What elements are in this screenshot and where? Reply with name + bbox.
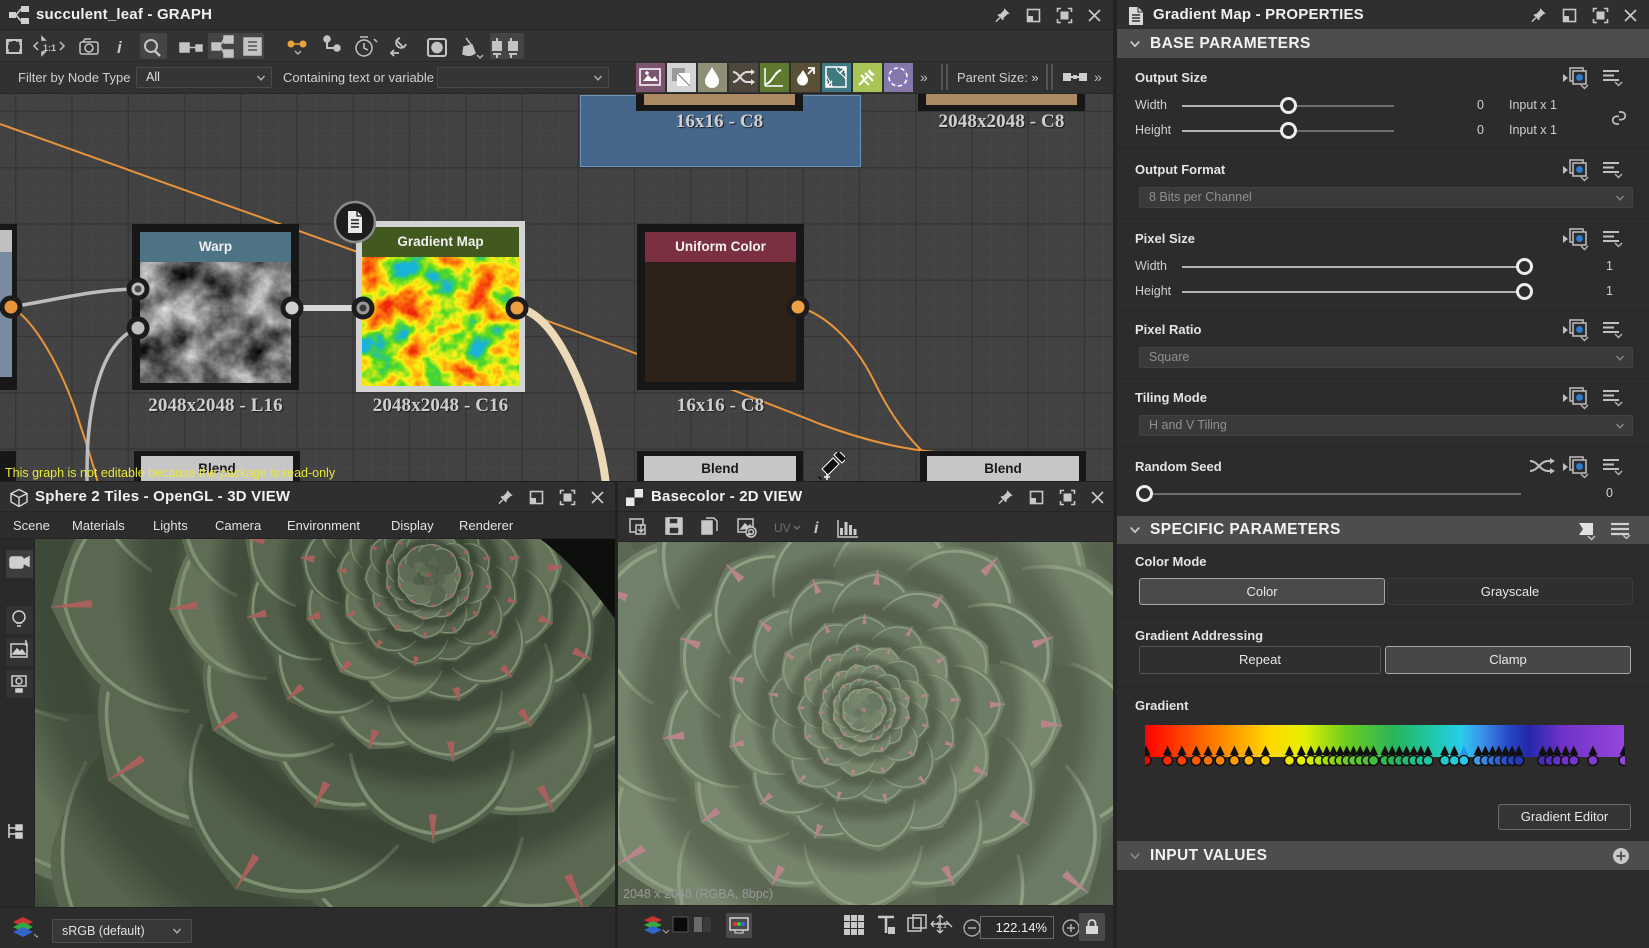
svg-text:UV: UV xyxy=(774,521,791,535)
svg-text:i: i xyxy=(117,38,123,57)
svg-text:1:1: 1:1 xyxy=(936,921,948,930)
svg-text:1:1: 1:1 xyxy=(43,43,56,53)
svg-text:i: i xyxy=(814,520,819,537)
